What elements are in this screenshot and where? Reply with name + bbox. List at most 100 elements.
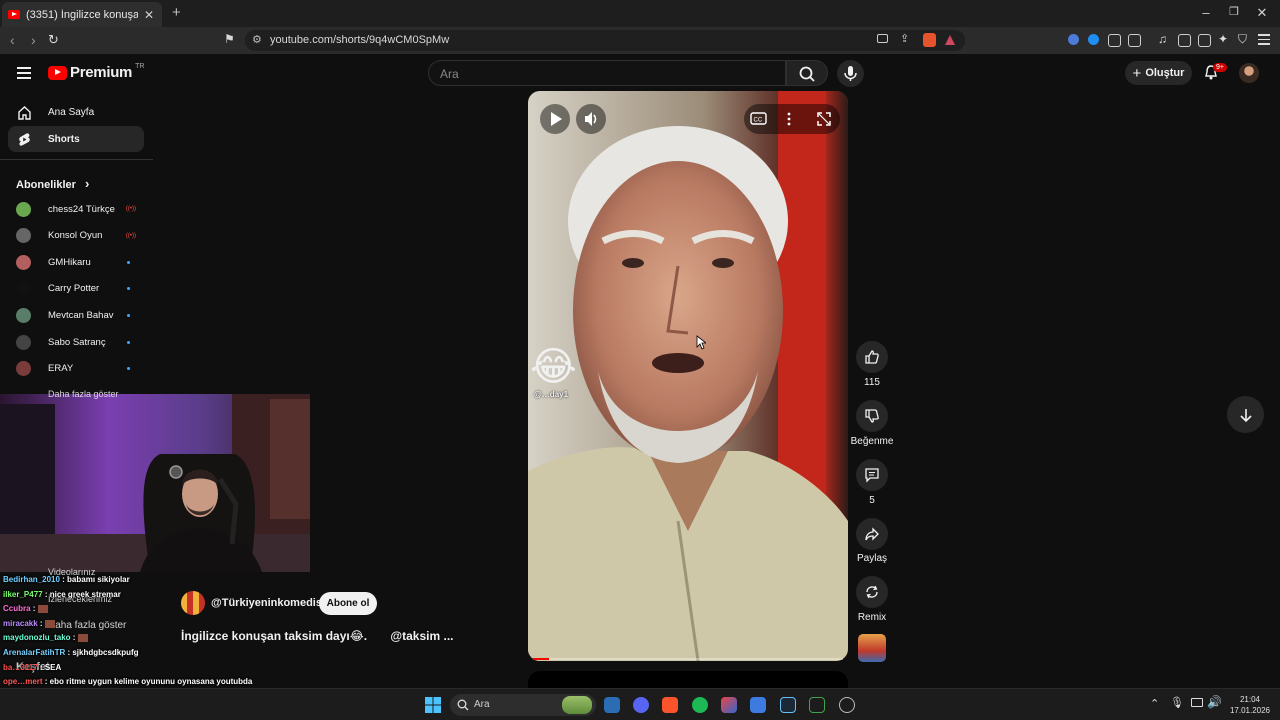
- clock-date: 17.01.2026: [1229, 706, 1271, 715]
- sidebar-item-home[interactable]: Ana Sayfa: [8, 99, 144, 125]
- captions-icon[interactable]: CC: [750, 111, 768, 127]
- extension-blue-icon[interactable]: [1088, 34, 1099, 45]
- extensions-puzzle-icon[interactable]: [1108, 34, 1121, 47]
- subscription-item[interactable]: chess24 Türkçe ((•)): [16, 199, 136, 219]
- comments-button[interactable]: [856, 459, 888, 491]
- bookmark-icon[interactable]: ⚑: [224, 32, 235, 46]
- share-button[interactable]: [856, 518, 888, 550]
- wallet-icon[interactable]: [1198, 34, 1211, 47]
- search-input[interactable]: Ara: [428, 60, 786, 86]
- chat-message: miracakk :: [3, 619, 55, 628]
- subscription-name: Konsol Oyun: [48, 230, 103, 242]
- next-short-preview[interactable]: [528, 671, 848, 689]
- youtube-premium-logo[interactable]: Premium TR: [48, 63, 144, 81]
- subscription-item[interactable]: Mevtcan Bahav: [16, 305, 136, 325]
- minimize-icon[interactable]: –: [1196, 5, 1216, 20]
- short-title-link[interactable]: @taksim ...: [390, 629, 453, 643]
- chat-message: Ccubra :: [3, 604, 48, 613]
- video-watermark-handle: @…day1: [534, 390, 569, 399]
- brave-shields-icon[interactable]: [923, 33, 936, 47]
- youtube-favicon-icon: [8, 10, 20, 19]
- discord-icon[interactable]: [633, 697, 649, 713]
- subscription-item[interactable]: ERAY: [16, 359, 136, 379]
- search-button[interactable]: [786, 60, 828, 86]
- chat-username: Bedirhan_2010: [3, 575, 60, 584]
- menu-icon[interactable]: [17, 67, 31, 82]
- cast-icon[interactable]: [877, 34, 888, 43]
- sidebar-toggle-icon[interactable]: [1178, 34, 1191, 47]
- extension-vpn-icon[interactable]: [1068, 34, 1079, 45]
- create-button[interactable]: + Oluştur: [1125, 61, 1192, 85]
- subscribe-button[interactable]: Abone ol: [319, 592, 377, 615]
- url-text: youtube.com/shorts/9q4wCM0SpMw: [270, 34, 450, 46]
- chat-message: maydonozlu_tako :: [3, 633, 88, 642]
- brave-browser-icon[interactable]: [662, 697, 678, 713]
- tray-chevron-icon[interactable]: ⌃: [1150, 697, 1159, 710]
- dislike-button[interactable]: [856, 400, 888, 432]
- more-options-icon[interactable]: [784, 111, 794, 127]
- stream-chat-overlay: Bedirhan_2010 : babamı sikiyolar ilker_P4…: [0, 573, 310, 715]
- taskbar-search-icon: [457, 699, 469, 711]
- forward-icon[interactable]: ›: [31, 32, 36, 48]
- restore-icon[interactable]: ❐: [1224, 5, 1244, 18]
- plus-icon: +: [1132, 64, 1142, 82]
- home-icon: [18, 105, 31, 120]
- voice-search-button[interactable]: [837, 60, 864, 87]
- live-indicator-icon: ((•)): [125, 206, 136, 212]
- spotify-icon[interactable]: [692, 697, 708, 713]
- obs-icon[interactable]: [839, 697, 855, 713]
- tab-close-icon[interactable]: ✕: [144, 8, 154, 22]
- subscriptions-heading[interactable]: Abonelikler ›: [16, 176, 89, 191]
- share-page-icon[interactable]: ⇪: [900, 32, 909, 45]
- media-controls-icon[interactable]: ♫: [1158, 32, 1167, 46]
- sound-source-thumbnail[interactable]: [858, 634, 886, 662]
- leo-ai-icon[interactable]: ✦: [1218, 32, 1228, 46]
- taskbar-search[interactable]: Ara: [450, 694, 596, 716]
- windows-start-icon[interactable]: [425, 697, 441, 713]
- subscription-item[interactable]: GMHikaru: [16, 252, 136, 272]
- sidebar-divider: [0, 159, 153, 160]
- video-progress-bar[interactable]: [533, 658, 843, 660]
- new-tab-icon[interactable]: +: [172, 4, 181, 21]
- browser-tab[interactable]: (3351) İngilizce konuşan taksim d ✕: [2, 2, 162, 27]
- next-video-button[interactable]: [1227, 396, 1264, 433]
- remix-icon: [866, 585, 878, 599]
- taskbar-app-3-icon[interactable]: [750, 697, 766, 713]
- volume-button[interactable]: [576, 104, 606, 134]
- subscription-name: Sabo Satranç: [48, 336, 106, 348]
- back-icon[interactable]: ‹: [10, 32, 15, 48]
- chat-username: Ccubra: [3, 604, 31, 614]
- remix-button[interactable]: [856, 576, 888, 608]
- subscription-item[interactable]: Konsol Oyun ((•)): [16, 226, 136, 246]
- chat-username: miracakk: [3, 618, 38, 628]
- fullscreen-icon[interactable]: [816, 111, 832, 127]
- tray-display-icon[interactable]: [1191, 698, 1203, 707]
- subscription-item[interactable]: Sabo Satranç: [16, 332, 136, 352]
- channel-avatar: [16, 254, 31, 270]
- window-close-icon[interactable]: ✕: [1252, 5, 1272, 21]
- sidebar-item-shorts[interactable]: Shorts: [8, 126, 144, 152]
- steam-icon[interactable]: [780, 697, 796, 713]
- channel-avatar: [16, 281, 31, 297]
- like-button[interactable]: [856, 341, 888, 373]
- xbox-icon[interactable]: [809, 697, 825, 713]
- play-button[interactable]: [540, 104, 570, 134]
- subscription-item[interactable]: Carry Potter: [16, 279, 136, 299]
- tray-volume-icon[interactable]: 🔊: [1207, 695, 1222, 709]
- vpn-shield-icon[interactable]: ⛉: [1238, 32, 1247, 47]
- brave-rewards-icon[interactable]: [945, 35, 955, 45]
- reload-icon[interactable]: ↻: [48, 32, 59, 48]
- sidebar-show-more-partial[interactable]: Daha fazla göster: [48, 389, 119, 399]
- taskbar-app-icon[interactable]: [604, 697, 620, 713]
- screenshot-icon[interactable]: [1128, 34, 1141, 47]
- taskbar-app-2-icon[interactable]: [721, 697, 737, 713]
- account-avatar[interactable]: [1239, 63, 1259, 83]
- site-info-icon[interactable]: ⚙: [252, 33, 262, 46]
- taskbar-clock[interactable]: 21:04 17.01.2026: [1224, 694, 1276, 716]
- chat-text: sjkhdgbcsdkpufg: [72, 648, 139, 657]
- browser-menu-icon[interactable]: [1258, 34, 1270, 45]
- streamer-webcam: [0, 394, 310, 572]
- chat-emote-icon: [77, 634, 88, 643]
- address-bar[interactable]: ⚙ youtube.com/shorts/9q4wCM0SpMw ⇪: [245, 30, 965, 51]
- tray-mic-icon[interactable]: 🎙: [1170, 696, 1184, 709]
